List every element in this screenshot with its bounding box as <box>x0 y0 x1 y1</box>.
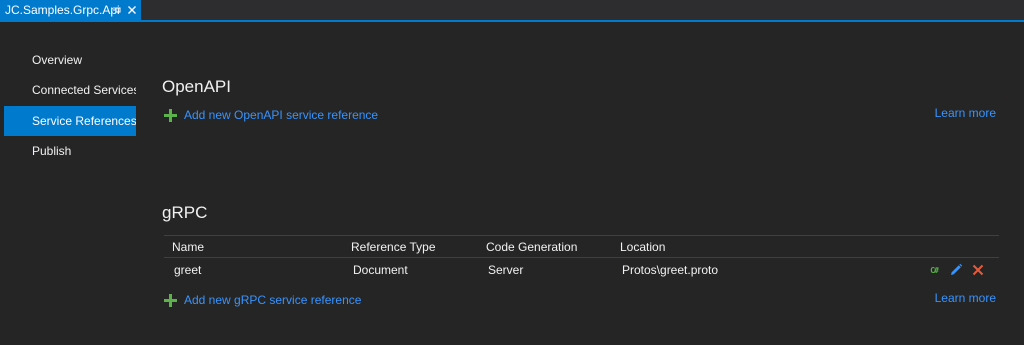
cell-location: Protos\greet.proto <box>622 263 719 277</box>
view-generated-code-icon[interactable]: C# <box>927 263 941 277</box>
sidebar-item-service-references[interactable]: Service References <box>4 106 137 136</box>
column-header-reference-type[interactable]: Reference Type <box>351 236 436 257</box>
sidebar-item-connected-services[interactable]: Connected Services <box>4 75 140 105</box>
column-header-location[interactable]: Location <box>620 236 665 257</box>
cell-code-generation: Server <box>488 263 524 277</box>
table-row[interactable]: greet Document Server Protos\greet.proto… <box>164 258 999 282</box>
sidebar-item-publish[interactable]: Publish <box>4 136 136 166</box>
column-header-name[interactable]: Name <box>172 236 204 257</box>
edit-pencil-icon[interactable] <box>949 263 963 277</box>
add-icon <box>164 293 177 307</box>
column-header-code-generation[interactable]: Code Generation <box>486 236 577 257</box>
openapi-section-title: OpenAPI <box>162 77 231 96</box>
delete-x-icon[interactable] <box>971 263 985 277</box>
cell-reference-type: Document <box>353 263 408 277</box>
document-tab-strip: JC.Samples.Grpc.Api <box>0 0 1024 22</box>
grpc-learn-more-link[interactable]: Learn more <box>935 291 996 305</box>
add-openapi-reference-link[interactable]: Add new OpenAPI service reference <box>164 108 378 122</box>
table-header: Name Reference Type Code Generation Loca… <box>164 235 999 258</box>
close-icon[interactable] <box>127 5 137 15</box>
add-openapi-reference-label: Add new OpenAPI service reference <box>184 108 379 122</box>
sidebar-item-label: Overview <box>32 53 83 67</box>
cell-name: greet <box>174 263 202 277</box>
tab-title: JC.Samples.Grpc.Api <box>5 3 120 17</box>
openapi-learn-more-link[interactable]: Learn more <box>935 106 996 120</box>
grpc-section-title: gRPC <box>162 203 208 222</box>
add-icon <box>164 108 177 122</box>
document-tab[interactable]: JC.Samples.Grpc.Api <box>0 0 141 20</box>
sidebar-item-label: Publish <box>32 144 72 158</box>
grpc-references-table: Name Reference Type Code Generation Loca… <box>164 235 999 282</box>
add-grpc-reference-label: Add new gRPC service reference <box>184 293 362 307</box>
sidebar-item-overview[interactable]: Overview <box>4 45 136 75</box>
sidebar-item-label: Connected Services <box>32 83 140 97</box>
sidebar: Overview Connected Services Service Refe… <box>0 22 140 345</box>
row-actions: C# <box>927 258 985 282</box>
add-grpc-reference-link[interactable]: Add new gRPC service reference <box>164 293 361 307</box>
sidebar-item-label: Service References <box>32 114 137 128</box>
main-content: OpenAPI Add new OpenAPI service referenc… <box>136 22 1024 345</box>
pin-icon[interactable] <box>112 5 122 15</box>
